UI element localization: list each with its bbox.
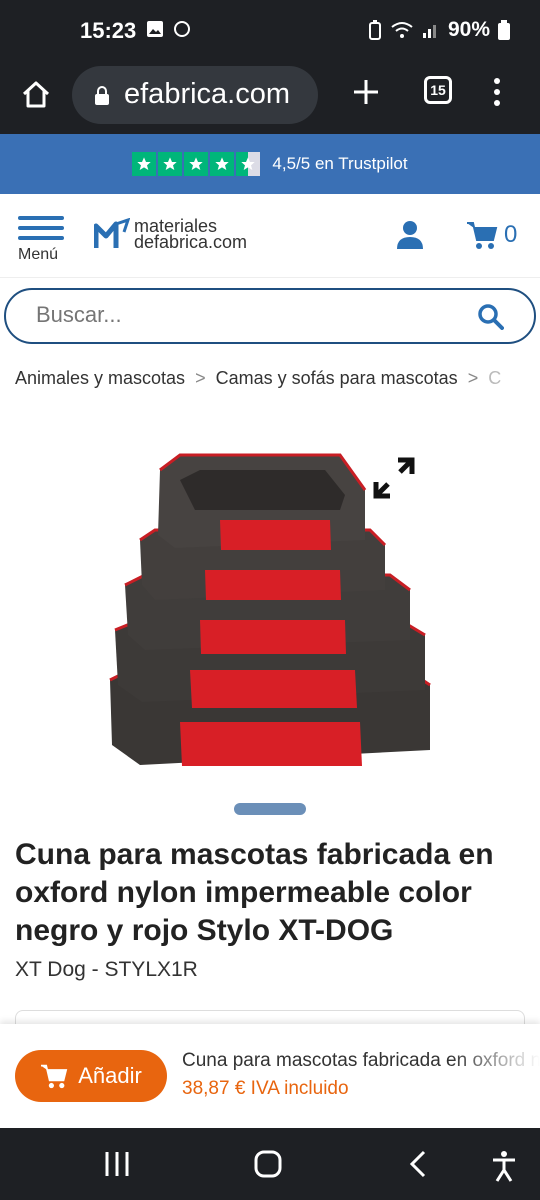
- rating-stars: [132, 152, 261, 176]
- user-account-icon[interactable]: [396, 220, 424, 250]
- home-icon[interactable]: [20, 78, 52, 110]
- system-nav-bar: [0, 1128, 540, 1200]
- menu-button[interactable]: Menú: [18, 216, 66, 264]
- sticky-add-bar: Añadir Cuna para mascotas fabricada en o…: [0, 1024, 540, 1128]
- battery-level: 90%: [447, 18, 490, 41]
- recent-apps-icon[interactable]: [104, 1150, 130, 1178]
- browser-toolbar: efabrica.com 15: [0, 62, 540, 134]
- breadcrumb-item[interactable]: Animales y mascotas: [15, 368, 185, 389]
- accessibility-icon[interactable]: [490, 1150, 518, 1182]
- status-time: 15:23: [80, 18, 137, 43]
- logo-line-2: defabrica.com: [134, 232, 248, 252]
- breadcrumb-separator: >: [467, 368, 479, 388]
- hamburger-icon: [18, 216, 66, 240]
- battery-icon: [498, 20, 510, 40]
- star-icon: [132, 152, 157, 176]
- home-nav-icon[interactable]: [254, 1150, 282, 1178]
- url-text: efabrica.com: [124, 78, 291, 110]
- cart-icon: [467, 222, 498, 249]
- add-button-label: Añadir: [78, 1063, 142, 1088]
- new-tab-icon[interactable]: [352, 78, 380, 106]
- status-bar: 15:23 90%: [0, 0, 540, 62]
- breadcrumb: Animales y mascotas > Camas y sofás para…: [15, 368, 540, 389]
- product-title: Cuna para mascotas fabricada en oxford n…: [15, 838, 494, 947]
- cart-count: 0: [504, 221, 518, 248]
- sticky-price: 38,87 € IVA incluido: [182, 1078, 349, 1099]
- star-icon: [210, 152, 235, 176]
- cart-icon: [41, 1064, 68, 1089]
- back-icon[interactable]: [408, 1150, 428, 1178]
- cloud-icon: [174, 21, 190, 37]
- menu-label: Menú: [18, 246, 59, 263]
- add-to-cart-button[interactable]: Añadir: [15, 1050, 167, 1102]
- half-star-icon: [236, 152, 261, 176]
- star-icon: [158, 152, 183, 176]
- site-logo[interactable]: materiales defabrica.com: [94, 217, 248, 252]
- logo-mark-icon: [94, 218, 130, 248]
- lock-icon: [95, 86, 109, 105]
- star-icon: [184, 152, 209, 176]
- gallery-icon: [147, 21, 163, 37]
- options-box: [15, 1010, 525, 1024]
- tab-switcher-button[interactable]: 15: [424, 76, 452, 104]
- more-options-icon[interactable]: [492, 76, 502, 108]
- signal-icon: [422, 25, 436, 38]
- wifi-icon: [391, 22, 413, 38]
- search-box: [4, 288, 536, 344]
- product-brand-sku: XT Dog - STYLX1R: [15, 958, 198, 981]
- breadcrumb-item[interactable]: Camas y sofás para mascotas: [216, 368, 458, 389]
- battery-saver-icon: [368, 20, 381, 40]
- carousel-indicator: [234, 803, 306, 815]
- address-bar[interactable]: efabrica.com: [72, 66, 318, 124]
- site-header: Menú materiales defabrica.com 0: [0, 194, 540, 278]
- trustpilot-rating-text: 4,5/5 en Trustpilot: [272, 154, 408, 173]
- breadcrumb-item[interactable]: C: [488, 368, 501, 389]
- expand-icon[interactable]: [372, 456, 416, 500]
- search-icon[interactable]: [478, 304, 504, 330]
- cart-button[interactable]: 0: [466, 220, 517, 250]
- trustpilot-banner[interactable]: 4,5/5 en Trustpilot: [0, 134, 540, 194]
- breadcrumb-separator: >: [195, 368, 206, 388]
- search-input[interactable]: [36, 302, 456, 328]
